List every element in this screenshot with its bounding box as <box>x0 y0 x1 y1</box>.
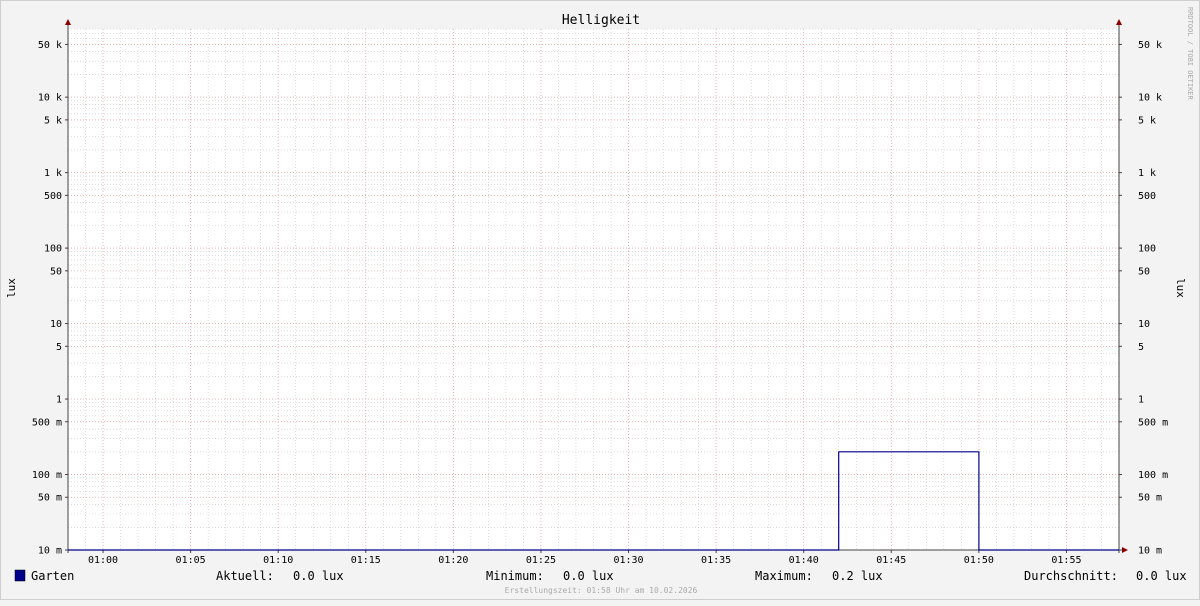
x-tick-label: 01:25 <box>526 555 556 566</box>
y-tick-label-right: 5 <box>1138 342 1144 353</box>
x-tick-label: 01:10 <box>263 555 293 566</box>
y-axis-arrow-right <box>1116 19 1122 25</box>
y-tick-label-right: 50 k <box>1138 40 1162 51</box>
y-tick-label-left: 100 <box>44 244 62 255</box>
y-tick-label-left: 5 k <box>44 115 62 126</box>
stat-current-label: Aktuell: <box>216 569 274 583</box>
y-tick-label-left: 500 m <box>32 417 62 428</box>
chart-svg: 50 k 50 k10 k 10 k5 k5 k1 k1 k500 500100 100… <box>5 7 1194 595</box>
x-tick-label: 01:20 <box>438 555 468 566</box>
y-tick-label-right: 10 m <box>1138 546 1162 557</box>
y-tick-label-right: 500 <box>1138 191 1156 202</box>
y-tick-label-right: 1 k <box>1138 168 1156 179</box>
x-tick-label: 01:15 <box>351 555 381 566</box>
y-tick-label-left: 10 k <box>38 93 62 104</box>
stat-minimum-value: 0.0 lux <box>563 569 614 583</box>
watermark: RRDTOOL / TOBI OETIKER <box>1186 7 1194 101</box>
y-tick-label-right: 10 k <box>1138 93 1162 104</box>
y-tick-label-left: 10 m <box>38 546 62 557</box>
x-axis-arrow <box>1122 547 1128 553</box>
stat-current-value: 0.0 lux <box>293 569 344 583</box>
y-tick-label-right: 100 <box>1138 244 1156 255</box>
x-tick-label: 01:00 <box>88 555 118 566</box>
y-axis-label-right: lux <box>1174 278 1187 298</box>
x-tick-label: 01:05 <box>176 555 206 566</box>
y-tick-label-left: 5 <box>56 342 62 353</box>
y-tick-label-right: 50 <box>1138 266 1150 277</box>
x-tick-label: 01:35 <box>701 555 731 566</box>
y-tick-label-right: 500 m <box>1138 417 1168 428</box>
y-tick-label-left: 50 <box>50 266 62 277</box>
y-tick-label-left: 100 m <box>32 470 62 481</box>
x-tick-label: 01:45 <box>876 555 906 566</box>
legend-series-name: Garten <box>31 569 74 583</box>
y-tick-label-left: 1 k <box>44 168 62 179</box>
x-tick-label: 01:55 <box>1051 555 1081 566</box>
x-tick-label: 01:50 <box>964 555 994 566</box>
y-axis-label-left: lux <box>5 278 18 298</box>
stat-maximum-label: Maximum: <box>755 569 813 583</box>
y-tick-label-right: 100 m <box>1138 470 1168 481</box>
legend-swatch <box>14 569 26 582</box>
chart-window: 50 k 50 k 10 k 10 k5 k5 k1 k1 k 500 500 100 100… <box>0 0 1200 600</box>
y-tick-label-left: 500 <box>44 191 62 202</box>
stat-maximum-value: 0.2 lux <box>832 569 883 583</box>
y-tick-label-right: 5 k <box>1138 115 1156 126</box>
y-tick-label-right: 10 <box>1138 319 1150 330</box>
stat-average-label: Durchschnitt: <box>1024 569 1118 583</box>
y-tick-label-right: 1 <box>1138 395 1144 406</box>
x-tick-label: 01:30 <box>613 555 643 566</box>
chart-title: Helligkeit <box>562 13 640 28</box>
y-tick-label-left: 10 <box>50 319 62 330</box>
x-tick-label: 01:40 <box>789 555 819 566</box>
y-tick-label-right: 50 m <box>1138 493 1162 504</box>
creation-time: Erstellungszeit: 01:58 Uhr am 10.02.2026 <box>505 586 698 595</box>
y-axis-arrow-left <box>65 19 71 25</box>
y-tick-label-left: 1 <box>56 395 62 406</box>
y-tick-label-left: 50 k <box>38 40 62 51</box>
stat-minimum-label: Minimum: <box>486 569 544 583</box>
stat-average-value: 0.0 lux <box>1136 569 1187 583</box>
y-tick-label-left: 50 m <box>38 493 62 504</box>
legend: Garten Aktuell: 0.0 lux Minimum: 0.0 lux… <box>14 569 1187 583</box>
